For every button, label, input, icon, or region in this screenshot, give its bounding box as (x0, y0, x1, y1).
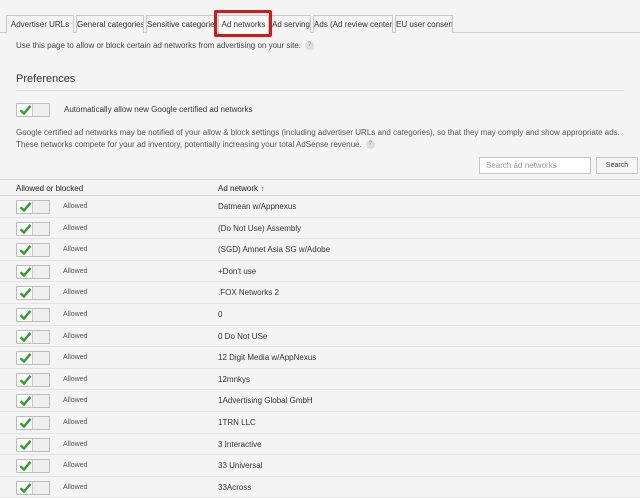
ad-network-name[interactable]: 1TRN LLC (218, 418, 256, 427)
preferences-title: Preferences (16, 73, 76, 85)
status-label: Allowed (63, 332, 88, 340)
checkmark-icon (19, 266, 32, 278)
sort-ascending-icon: ↑ (261, 186, 265, 193)
allow-toggle[interactable] (16, 459, 50, 474)
ad-network-name[interactable]: 12 Digit Media w/AppNexus (218, 353, 316, 362)
checkmark-icon (19, 396, 32, 407)
help-icon[interactable]: ? (305, 41, 315, 51)
tab-ad-serving[interactable]: Ad serving (271, 15, 311, 33)
ad-network-name[interactable]: 1Advertising Global GmbH (218, 396, 313, 405)
tab-general-categories[interactable]: General categories (76, 15, 144, 33)
allow-toggle[interactable] (16, 308, 50, 322)
tab-bar: Advertiser URLs General categories Sensi… (0, 0, 640, 34)
description-line-1: Google certified ad networks may be noti… (16, 128, 620, 137)
preferences-divider (16, 90, 624, 91)
allow-toggle[interactable] (16, 243, 50, 258)
checkmark-icon (19, 310, 32, 321)
search-input[interactable] (479, 157, 591, 174)
allow-toggle[interactable] (16, 221, 50, 236)
search-button[interactable]: Search (596, 157, 638, 174)
tab-sensitive-categories[interactable]: Sensitive categories (146, 15, 216, 33)
checkmark-icon (19, 353, 32, 364)
table-row: Allowed 0 Do Not USe (0, 326, 640, 348)
ad-network-name[interactable]: .FOX Networks 2 (218, 288, 279, 297)
status-label: Allowed (63, 375, 88, 383)
allow-toggle[interactable] (16, 351, 50, 366)
allow-toggle[interactable] (16, 394, 50, 409)
allow-toggle[interactable] (16, 372, 50, 387)
intro-text: Use this page to allow or block certain … (16, 41, 315, 51)
allow-toggle[interactable] (16, 480, 50, 495)
ad-network-name[interactable]: Datmean w/Appnexus (218, 202, 296, 211)
checkmark-icon (19, 461, 32, 472)
checkmark-icon (19, 223, 32, 234)
table-row: Allowed +Don't use (0, 261, 640, 283)
status-label: Allowed (63, 483, 88, 491)
checkmark-icon (19, 374, 32, 386)
ad-network-name[interactable]: 0 Do Not USe (218, 332, 267, 341)
status-label: Allowed (63, 224, 88, 232)
status-label: Allowed (63, 267, 88, 275)
intro-label: Use this page to allow or block certain … (16, 41, 302, 50)
table-row: Allowed 3 Interactive (0, 434, 640, 456)
column-header-status[interactable]: Allowed or blocked (16, 184, 83, 193)
ad-network-name[interactable]: 0 (218, 310, 222, 319)
tab-advertiser-urls[interactable]: Advertiser URLs (6, 15, 74, 33)
table-row: Allowed .FOX Networks 2 (0, 282, 640, 304)
tab-eu-user-consent[interactable]: EU user consent (395, 15, 453, 33)
status-label: Allowed (63, 354, 88, 362)
status-label: Allowed (63, 203, 88, 210)
auto-allow-label: Automatically allow new Google certified… (64, 105, 253, 114)
table-row: Allowed 1TRN LLC (0, 412, 640, 434)
description-line-2: These networks compete for your ad inven… (16, 139, 620, 151)
help-icon[interactable]: ? (365, 140, 375, 150)
allow-toggle[interactable] (16, 329, 50, 344)
column-header-network[interactable]: Ad network ↑ (218, 184, 265, 193)
table-row: Allowed 33 Universal (0, 455, 640, 477)
ad-network-name[interactable]: (SGD) Amnet Asia SG w/Adobe (218, 245, 330, 254)
checkmark-icon (19, 288, 32, 299)
status-label: Allowed (63, 419, 88, 426)
tab-ads-review-center[interactable]: Ads (Ad review center) (313, 15, 393, 33)
preferences-description: Google certified ad networks may be noti… (16, 127, 620, 151)
table-row: Allowed (Do Not Use) Assembly (0, 218, 640, 240)
checkmark-icon (19, 245, 32, 256)
table-row: Allowed 1Advertising Global GmbH (0, 390, 640, 412)
ad-network-name[interactable]: 12mnkys (218, 375, 250, 384)
status-label: Allowed (63, 440, 88, 448)
checkmark-icon (19, 439, 32, 450)
allow-toggle[interactable] (16, 437, 50, 452)
allow-toggle[interactable] (16, 286, 50, 301)
ad-network-name[interactable]: +Don't use (218, 267, 256, 276)
table-row: Allowed (SGD) Amnet Asia SG w/Adobe (0, 239, 640, 261)
checkmark-icon (19, 331, 32, 342)
ad-network-name[interactable]: 33 Universal (218, 461, 262, 470)
checkmark-icon (19, 202, 32, 213)
table-row: Allowed Datmean w/Appnexus (0, 196, 640, 218)
auto-allow-toggle[interactable] (16, 103, 50, 117)
table-header: Allowed or blocked Ad network ↑ (0, 179, 640, 196)
checkmark-icon (19, 105, 32, 116)
column-header-network-label: Ad network (218, 184, 259, 193)
status-label: Allowed (63, 311, 88, 318)
table-row: Allowed 0 (0, 304, 640, 326)
ad-network-name[interactable]: 33Across (218, 483, 251, 492)
active-tab-highlight (214, 10, 272, 37)
ad-network-name[interactable]: 3 Interactive (218, 440, 262, 449)
table-row: Allowed 33Across (0, 477, 640, 498)
status-label: Allowed (63, 246, 88, 254)
table-row: Allowed 12mnkys (0, 369, 640, 391)
description-line-2-text: These networks compete for your ad inven… (16, 140, 362, 149)
status-label: Allowed (63, 397, 88, 405)
checkmark-icon (19, 418, 32, 429)
table-row: Allowed 12 Digit Media w/AppNexus (0, 347, 640, 369)
checkmark-icon (19, 482, 32, 494)
allow-toggle[interactable] (16, 200, 50, 214)
allow-toggle[interactable] (16, 416, 50, 430)
status-label: Allowed (63, 289, 88, 297)
ad-network-name[interactable]: (Do Not Use) Assembly (218, 224, 301, 233)
allow-toggle[interactable] (16, 264, 50, 279)
status-label: Allowed (63, 462, 88, 470)
